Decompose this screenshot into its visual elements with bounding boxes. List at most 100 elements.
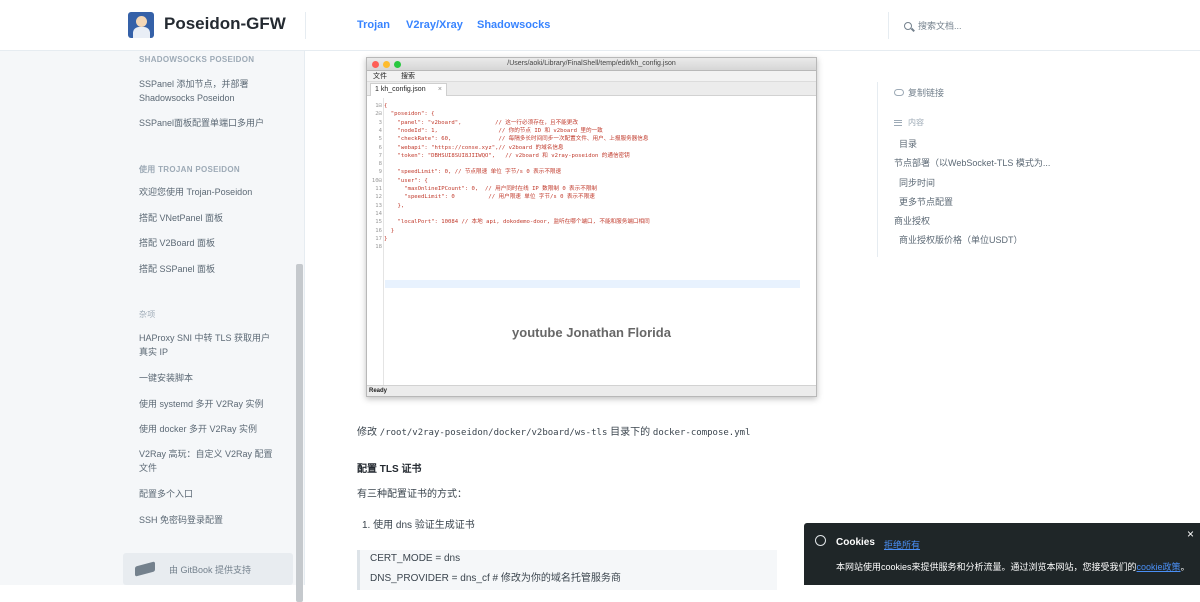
header-divider — [305, 12, 306, 39]
line-number: 11 — [375, 186, 382, 192]
line-code: "speedLimit": 0, // 节点限速 单位 字节/s 0 表示不限速 — [384, 169, 562, 176]
editor-file-path: /Users/aoki/Library/FinalShell/temp/edit… — [507, 60, 676, 67]
code-line: 13 }, — [367, 202, 816, 210]
sidebar-item-sspanel-port[interactable]: SSPanel面板配置单端口多用户 — [139, 116, 279, 130]
nav-trojan[interactable]: Trojan — [357, 19, 390, 31]
code-line: 12 "speedLimit": 0 // 用户限速 单位 字节/s 0 表示不… — [367, 193, 816, 201]
line-number: 17 — [375, 235, 382, 242]
line-code: { — [384, 103, 388, 109]
toc-divider — [877, 82, 878, 257]
line-number: 18 — [375, 244, 382, 251]
line-code: "localPort": 10084 // 本地 api, dokodemo-d… — [384, 219, 650, 226]
nav-v2ray[interactable]: V2ray/Xray — [406, 19, 463, 31]
editor-menu-file: 文件 — [373, 73, 387, 80]
tls-heading: 配置 TLS 证书 — [357, 464, 422, 475]
sidebar-item-sspanel-add[interactable]: SSPanel 添加节点，并部署 Shadowsocks Poseidon — [139, 77, 279, 105]
sidebar-scrollbar[interactable] — [296, 264, 303, 602]
modify-mid: 目录下的 — [610, 427, 651, 438]
video-watermark: youtube Jonathan Florida — [512, 325, 671, 340]
sidebar-item-haproxy[interactable]: HAProxy SNI 中转 TLS 获取用户真实 IP — [139, 331, 279, 359]
code-line-cert-mode: CERT_MODE = dns — [370, 553, 461, 564]
toc-item-sync-time[interactable]: 同步时间 — [899, 176, 935, 189]
sidebar-item-v2board[interactable]: 搭配 V2Board 面板 — [139, 236, 279, 250]
copy-link-label: 复制链接 — [908, 88, 945, 98]
sidebar-item-v2ray-advanced[interactable]: V2Ray 高玩：自定义 V2Ray 配置文件 — [139, 447, 279, 475]
cookie-icon — [815, 535, 826, 546]
code-line: 6 "webapi": "https://conse.xyz",// v2boa… — [367, 144, 816, 152]
code-line: 7 "token": "DBHSUI8SUI8JIIWQO", // v2boa… — [367, 152, 816, 160]
line-number: 7 — [378, 152, 382, 159]
line-number: 1⊟ — [375, 103, 382, 109]
line-number: 13 — [375, 202, 382, 209]
code-line-dns-provider: DNS_PROVIDER = dns_cf # 修改为你的域名托管服务商 — [370, 573, 621, 584]
line-code: "panel": "v2board", // 这一行必须存在，且不能更改 — [384, 119, 578, 126]
sidebar-item-systemd[interactable]: 使用 systemd 多开 V2Ray 实例 — [139, 397, 279, 411]
line-code: "user": { — [384, 177, 428, 184]
toc-item-deploy[interactable]: 节点部署（以WebSocket-TLS 模式为... — [894, 156, 1050, 169]
copy-link-button[interactable]: 复制链接 — [894, 86, 944, 99]
line-number: 8 — [378, 161, 382, 168]
code-line: 9 "speedLimit": 0, // 节点限速 单位 字节/s 0 表示不… — [367, 168, 816, 176]
sidebar-item-install-script[interactable]: 一键安装脚本 — [139, 371, 279, 385]
sidebar-section-trojan: 使用 TROJAN POSEIDON — [139, 165, 240, 174]
toc-item-license[interactable]: 商业授权 — [894, 214, 930, 227]
line-number: 15 — [375, 219, 382, 226]
code-line: 18 — [367, 243, 816, 251]
sidebar-item-docker[interactable]: 使用 docker 多开 V2Ray 实例 — [139, 422, 279, 436]
header-divider — [888, 12, 889, 39]
cookie-message-text: 本网站使用cookies来提供服务和分析流量。通过浏览本网站，您接受我们的 — [836, 562, 1137, 572]
editor-area: 1⊟{2⊟ "poseidon": {3 "panel": "v2board",… — [367, 98, 816, 385]
line-code: "poseidon": { — [384, 111, 435, 118]
editor-menu-search: 搜索 — [401, 73, 415, 80]
tls-option-1: 1. 使用 dns 验证生成证书 — [362, 520, 475, 531]
cookie-policy-link[interactable]: cookie政策 — [1137, 562, 1181, 572]
code-line: 11 "maxOnlineIPCount": 0, // 用户同时在线 IP 数… — [367, 185, 816, 193]
current-line-highlight — [385, 280, 800, 288]
line-code: "webapi": "https://conse.xyz",// v2board… — [384, 144, 564, 151]
sidebar-item-welcome[interactable]: 欢迎您使用 Trojan-Poseidon — [139, 185, 279, 199]
tls-intro: 有三种配置证书的方式： — [357, 489, 467, 500]
list-icon — [894, 119, 902, 126]
editor-tab-label: 1 kh_config.json — [375, 86, 426, 93]
line-code: "maxOnlineIPCount": 0, // 用户同时在线 IP 数限制 … — [384, 186, 598, 192]
search-placeholder: 搜索文档... — [918, 21, 962, 31]
code-line: 15 "localPort": 10084 // 本地 api, dokodem… — [367, 218, 816, 226]
gitbook-label: 由 GitBook 提供支持 — [169, 564, 252, 575]
sidebar-item-vnetpanel[interactable]: 搭配 VNetPanel 面板 — [139, 211, 279, 225]
sidebar-item-ssh[interactable]: SSH 免密码登录配置 — [139, 513, 279, 527]
line-code: } — [384, 227, 395, 234]
modify-prefix: 修改 — [357, 427, 377, 438]
modify-path: /root/v2ray-poseidon/docker/v2board/ws-t… — [379, 428, 608, 438]
code-line: 4 "nodeId": 1, // 你的节点 ID 和 v2board 里的一致 — [367, 127, 816, 135]
cookie-message: 本网站使用cookies来提供服务和分析流量。通过浏览本网站，您接受我们的coo… — [836, 560, 1190, 573]
link-icon — [894, 89, 904, 96]
code-line: 3 "panel": "v2board", // 这一行必须存在，且不能更改 — [367, 119, 816, 127]
code-line: 16 } — [367, 227, 816, 235]
nav-shadowsocks[interactable]: Shadowsocks — [477, 19, 550, 31]
toc-item-contents[interactable]: 目录 — [899, 137, 917, 150]
search-box[interactable]: 搜索文档... — [904, 19, 962, 32]
code-line: 14 — [367, 210, 816, 218]
line-number: 6 — [378, 144, 382, 151]
editor-status: Ready — [367, 385, 816, 396]
site-logo-icon[interactable] — [128, 12, 154, 38]
sidebar: SHADOWSOCKS POSEIDON SSPanel 添加节点，并部署 Sh… — [0, 51, 305, 602]
reject-all-button[interactable]: 拒绝所有 — [884, 538, 920, 551]
editor-titlebar: /Users/aoki/Library/FinalShell/temp/edit… — [367, 58, 816, 71]
site-title[interactable]: Poseidon-GFW — [164, 14, 286, 34]
gitbook-badge[interactable]: 由 GitBook 提供支持 — [123, 553, 293, 585]
code-block: CERT_MODE = dns DNS_PROVIDER = dns_cf # … — [357, 550, 777, 590]
cookie-message-end: 。 — [1180, 562, 1190, 572]
toc-item-license-price[interactable]: 商业授权版价格（单位USDT） — [899, 233, 1023, 246]
close-icon[interactable]: × — [1187, 527, 1194, 541]
line-code: "nodeId": 1, // 你的节点 ID 和 v2board 里的一致 — [384, 127, 603, 134]
gitbook-icon — [133, 562, 157, 576]
line-number: 16 — [375, 227, 382, 234]
sidebar-item-multi-entry[interactable]: 配置多个入口 — [139, 487, 279, 501]
line-number: 2⊟ — [375, 111, 382, 118]
toc-heading: 内容 — [894, 117, 924, 128]
sidebar-item-sspanel[interactable]: 搭配 SSPanel 面板 — [139, 262, 279, 276]
sidebar-section-shadowsocks: SHADOWSOCKS POSEIDON — [139, 55, 255, 64]
toc-item-more-nodes[interactable]: 更多节点配置 — [899, 195, 953, 208]
code-line: 5 "checkRate": 60, // 每隔多长时间同步一次配置文件、用户、… — [367, 135, 816, 143]
